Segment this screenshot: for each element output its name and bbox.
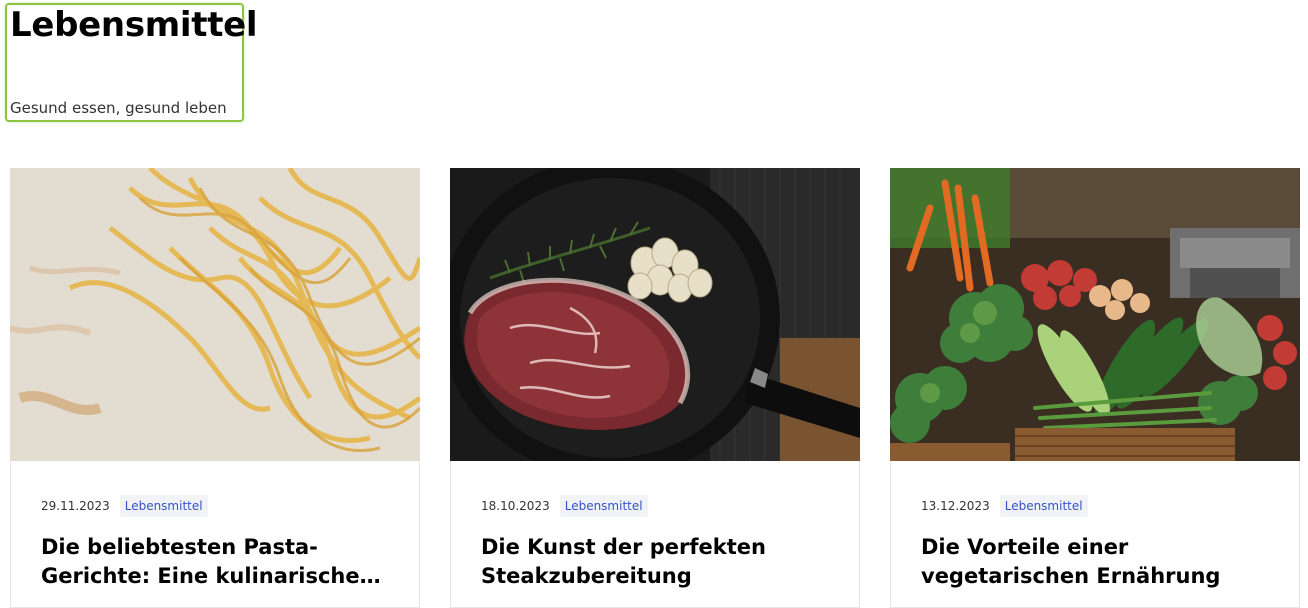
site-tagline: Gesund essen, gesund leben bbox=[10, 99, 227, 117]
post-meta: 18.10.2023 Lebensmittel bbox=[481, 494, 648, 518]
post-date: 29.11.2023 bbox=[41, 499, 110, 513]
post-thumbnail[interactable] bbox=[450, 168, 860, 461]
post-card: 13.12.2023 Lebensmittel Die Vorteile ein… bbox=[890, 168, 1300, 608]
post-card: 29.11.2023 Lebensmittel Die beliebtesten… bbox=[10, 168, 420, 608]
post-category-link[interactable]: Lebensmittel bbox=[999, 495, 1088, 517]
site-branding: Lebensmittel Gesund essen, gesund leben bbox=[5, 3, 258, 122]
post-title[interactable]: Die Vorteile einer vegetarischen Ernähru… bbox=[921, 533, 1273, 591]
post-category-link[interactable]: Lebensmittel bbox=[119, 495, 208, 517]
post-title[interactable]: Die beliebtesten Pasta-Gerichte: Eine ku… bbox=[41, 533, 393, 591]
post-meta: 29.11.2023 Lebensmittel bbox=[41, 494, 208, 518]
post-category-link[interactable]: Lebensmittel bbox=[559, 495, 648, 517]
post-date: 13.12.2023 bbox=[921, 499, 990, 513]
post-meta: 13.12.2023 Lebensmittel bbox=[921, 494, 1088, 518]
site-title[interactable]: Lebensmittel bbox=[10, 5, 258, 45]
post-card: 18.10.2023 Lebensmittel Die Kunst der pe… bbox=[450, 168, 860, 608]
post-date: 18.10.2023 bbox=[481, 499, 550, 513]
post-title[interactable]: Die Kunst der perfekten Steakzubereitung bbox=[481, 533, 833, 591]
post-thumbnail[interactable] bbox=[890, 168, 1300, 461]
post-thumbnail[interactable] bbox=[10, 168, 420, 461]
